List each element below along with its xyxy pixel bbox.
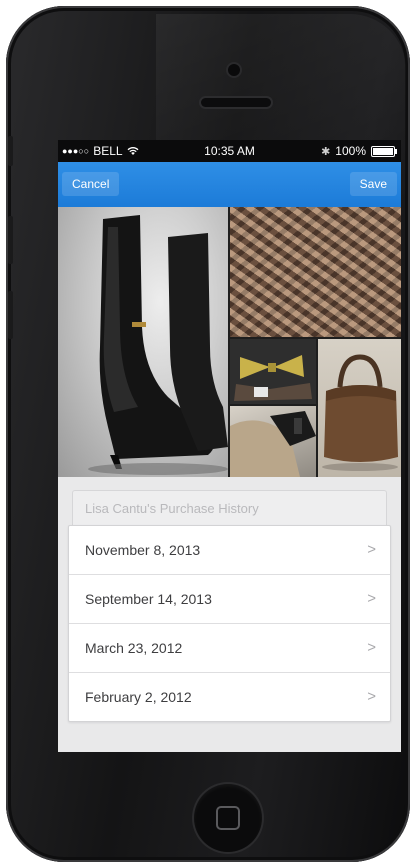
status-bar: ●●●○○ BELL 10:35 AM ✱ 100% bbox=[58, 140, 401, 162]
volume-up-button bbox=[8, 216, 13, 264]
chevron-right-icon: > bbox=[367, 590, 376, 607]
scarf-photo[interactable] bbox=[230, 207, 401, 337]
cancel-button[interactable]: Cancel bbox=[62, 172, 120, 196]
list-item[interactable]: March 23, 2012 > bbox=[69, 623, 390, 672]
battery-icon bbox=[371, 145, 397, 157]
boots-illustration bbox=[88, 215, 228, 475]
bow-tie-photo[interactable] bbox=[230, 339, 316, 404]
app-screen: ●●●○○ BELL 10:35 AM ✱ 100% Cancel Save L… bbox=[58, 140, 401, 752]
purchase-date: September 14, 2013 bbox=[85, 591, 212, 607]
home-button[interactable] bbox=[194, 784, 262, 852]
save-button[interactable]: Save bbox=[349, 172, 397, 196]
bluetooth-icon: ✱ bbox=[321, 145, 331, 158]
list-item[interactable]: February 2, 2012 > bbox=[69, 672, 390, 721]
coat-collar-illustration bbox=[230, 411, 316, 477]
earpiece-speaker bbox=[201, 98, 271, 107]
handbag-photo[interactable] bbox=[318, 339, 401, 477]
purchase-history-section: Lisa Cantu's Purchase History November 8… bbox=[68, 490, 391, 722]
chevron-right-icon: > bbox=[367, 639, 376, 656]
bow-tie-illustration bbox=[230, 339, 316, 404]
nav-bar: Cancel Save bbox=[58, 162, 401, 207]
front-camera bbox=[228, 64, 240, 76]
boots-photo[interactable] bbox=[58, 207, 228, 477]
handbag-illustration bbox=[322, 354, 398, 471]
volume-down-button bbox=[8, 291, 13, 339]
list-item[interactable]: September 14, 2013 > bbox=[69, 574, 390, 623]
status-right: ✱ 100% bbox=[321, 144, 397, 158]
battery-percent: 100% bbox=[335, 144, 366, 158]
chevron-right-icon: > bbox=[367, 541, 376, 558]
purchase-history-title: Lisa Cantu's Purchase History bbox=[72, 490, 387, 525]
mute-switch bbox=[8, 136, 13, 166]
purchase-date: November 8, 2013 bbox=[85, 542, 201, 558]
purchase-date: March 23, 2012 bbox=[85, 640, 183, 656]
list-item[interactable]: November 8, 2013 > bbox=[69, 526, 390, 574]
chevron-right-icon: > bbox=[367, 688, 376, 705]
photo-collage bbox=[58, 207, 401, 477]
home-square-icon bbox=[216, 806, 240, 830]
purchase-date: February 2, 2012 bbox=[85, 689, 192, 705]
coat-collar-photo[interactable] bbox=[230, 406, 316, 477]
purchase-history-list: November 8, 2013 > September 14, 2013 > … bbox=[68, 525, 391, 722]
